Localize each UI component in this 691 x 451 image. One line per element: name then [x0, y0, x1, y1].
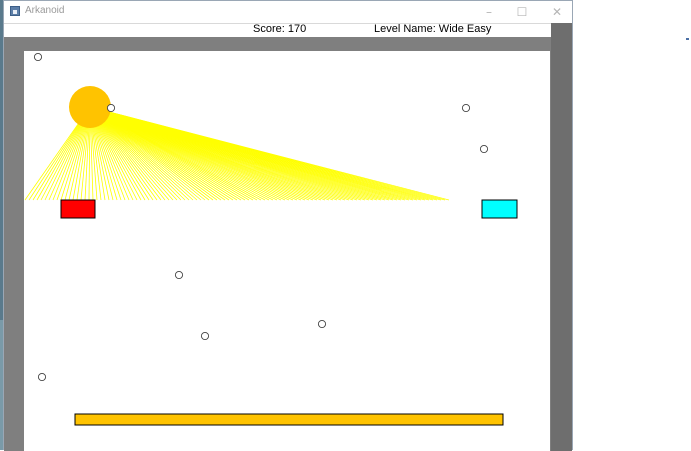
- app-window: Arkanoid – ☐ ✕ Score: 170 Level Name: Wi…: [3, 0, 573, 451]
- right-block: [481, 199, 518, 219]
- maximize-icon[interactable]: ☐: [509, 3, 535, 21]
- ball: [106, 103, 116, 113]
- ball: [317, 319, 327, 329]
- score-indicator: Score: 170: [253, 23, 307, 35]
- minimize-icon[interactable]: –: [476, 3, 502, 21]
- window-right-frame: [551, 23, 572, 451]
- ball: [33, 52, 43, 62]
- close-icon[interactable]: ✕: [544, 3, 570, 21]
- window-title: Arkanoid: [25, 5, 65, 16]
- score-bar: Score: 170 Level Name: Wide Easy: [4, 23, 554, 38]
- ball: [174, 270, 184, 280]
- level-name-indicator: Level Name: Wide Easy: [374, 23, 492, 35]
- paddle: [74, 413, 504, 426]
- game-scene: [4, 37, 555, 451]
- ball: [37, 372, 47, 382]
- ball: [479, 144, 489, 154]
- app-icon: [10, 6, 20, 16]
- title-bar[interactable]: Arkanoid – ☐ ✕: [4, 1, 572, 23]
- left-block: [60, 199, 96, 219]
- ball: [200, 331, 210, 341]
- ball: [461, 103, 471, 113]
- page-marker: [686, 38, 689, 40]
- game-canvas[interactable]: [4, 37, 555, 451]
- sun: [69, 86, 111, 128]
